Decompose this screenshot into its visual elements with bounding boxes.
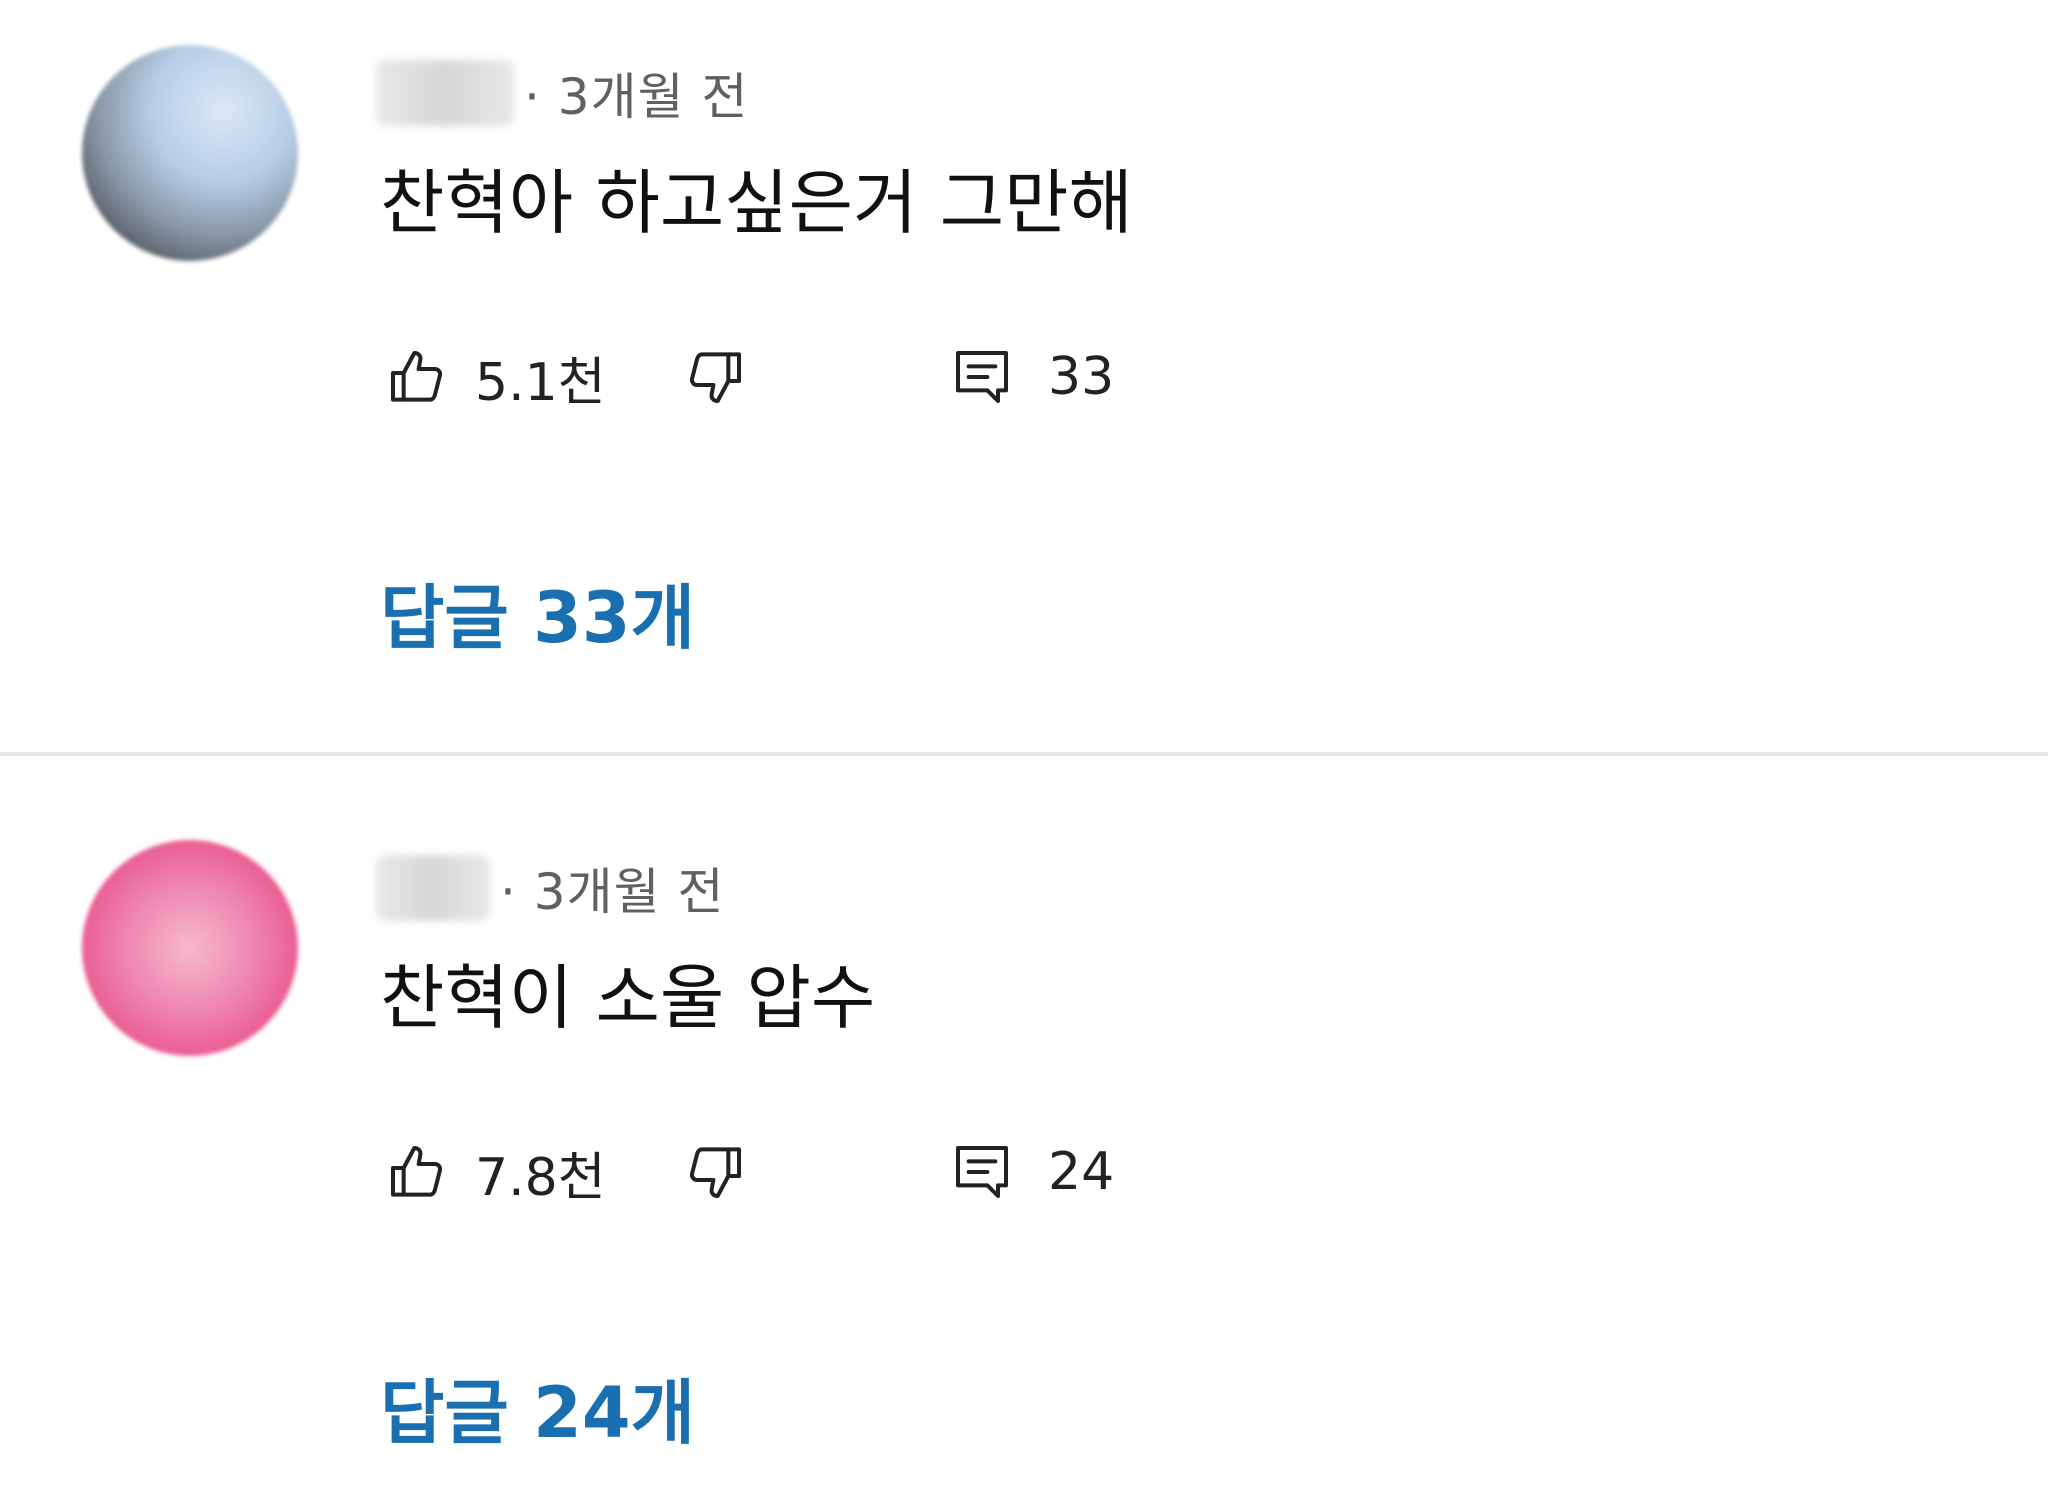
avatar[interactable] bbox=[82, 840, 298, 1056]
comment-icon bbox=[950, 345, 1014, 409]
comment-divider bbox=[0, 752, 2048, 756]
comment-icon bbox=[950, 1140, 1014, 1204]
like-count: 5.1천 bbox=[475, 352, 606, 413]
view-replies-button[interactable]: 답글 24개 bbox=[380, 1357, 695, 1458]
comment-text: 찬혁아 하고싶은거 그만해 bbox=[380, 162, 1133, 244]
author-name-blurred[interactable] bbox=[376, 60, 514, 126]
thumbs-up-icon bbox=[385, 1140, 449, 1204]
reply-count: 24 bbox=[1048, 1142, 1115, 1202]
avatar[interactable] bbox=[82, 45, 298, 261]
author-name-blurred[interactable] bbox=[376, 855, 490, 921]
reply-count: 33 bbox=[1048, 347, 1115, 407]
like-button[interactable]: 5.1천 bbox=[385, 332, 606, 422]
thumbs-down-icon bbox=[683, 345, 747, 409]
comments-page: · 3개월 전 찬혁아 하고싶은거 그만해 5.1천 33 답글 33개 · 3… bbox=[0, 0, 2048, 1498]
thumbs-up-icon bbox=[385, 345, 449, 409]
comment-actions: 5.1천 33 bbox=[385, 332, 1285, 422]
comment-actions: 7.8천 24 bbox=[385, 1127, 1285, 1217]
like-button[interactable]: 7.8천 bbox=[385, 1127, 606, 1217]
like-count: 7.8천 bbox=[475, 1147, 606, 1208]
comment-timestamp: · 3개월 전 bbox=[524, 68, 749, 126]
dislike-button[interactable] bbox=[683, 332, 747, 422]
reply-button[interactable]: 24 bbox=[950, 1127, 1114, 1217]
thumbs-down-icon bbox=[683, 1140, 747, 1204]
dislike-button[interactable] bbox=[683, 1127, 747, 1217]
comment-item: · 3개월 전 찬혁이 소울 압수 7.8천 24 답글 24개 bbox=[0, 795, 2048, 1498]
comment-meta: · 3개월 전 bbox=[376, 853, 725, 923]
comment-text: 찬혁이 소울 압수 bbox=[380, 957, 876, 1039]
comment-item: · 3개월 전 찬혁아 하고싶은거 그만해 5.1천 33 답글 33개 bbox=[0, 0, 2048, 740]
comment-meta: · 3개월 전 bbox=[376, 58, 749, 128]
view-replies-button[interactable]: 답글 33개 bbox=[380, 562, 695, 663]
reply-button[interactable]: 33 bbox=[950, 332, 1114, 422]
comment-timestamp: · 3개월 전 bbox=[500, 863, 725, 921]
